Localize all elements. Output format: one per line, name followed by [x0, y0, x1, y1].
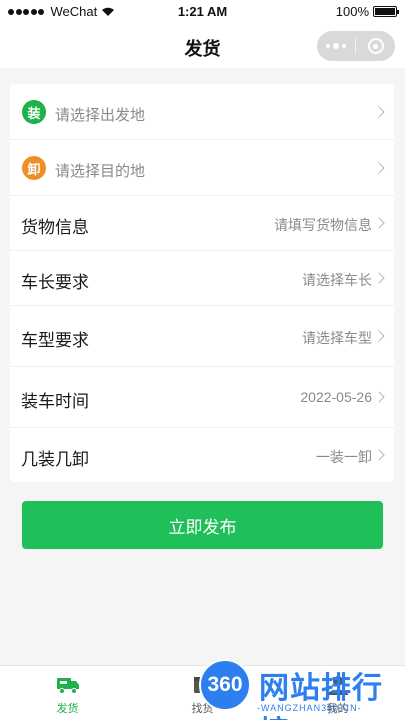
load-unload-count-label: 几装几卸: [21, 450, 89, 469]
cargo-info-value: 请填写货物信息: [274, 217, 372, 233]
truck-type-row[interactable]: 车型要求 请选择车型: [10, 306, 394, 367]
load-badge-icon: 装: [22, 100, 46, 124]
loading-time-label: 装车时间: [21, 392, 89, 411]
truck-length-row[interactable]: 车长要求 请选择车长: [10, 251, 394, 306]
chevron-right-icon: [373, 272, 385, 284]
more-options-icon[interactable]: [317, 31, 355, 61]
status-right: 100%: [335, 4, 399, 19]
origin-placeholder: 请选择出发地: [55, 107, 146, 124]
nav-bar: 发货: [0, 24, 405, 68]
truck-type-value: 请选择车型: [302, 330, 372, 346]
watermark-logo: 360 网站排行榜 -WANGZHAN360.CN-: [197, 657, 405, 720]
unload-badge-icon: 卸: [22, 156, 46, 180]
origin-picker[interactable]: 装 请选择出发地: [10, 84, 394, 140]
cargo-info-row[interactable]: 货物信息 请填写货物信息: [10, 196, 394, 251]
status-bar: WeChat 1:21 AM 100%: [0, 0, 405, 24]
battery-percent: 100%: [335, 4, 369, 19]
shipment-form-card: 装 请选择出发地 卸 请选择目的地 货物信息 请填写货物信息 车长要求 请选择车…: [10, 84, 394, 482]
mini-program-capsule: [317, 31, 395, 61]
chevron-right-icon: [373, 162, 385, 174]
chevron-right-icon: [373, 106, 385, 118]
load-unload-count-value: 一装一卸: [316, 449, 372, 465]
chevron-right-icon: [373, 391, 385, 403]
truck-length-label: 车长要求: [21, 273, 89, 292]
watermark-subtitle: -WANGZHAN360.CN-: [257, 703, 362, 713]
destination-placeholder: 请选择目的地: [55, 163, 146, 180]
close-mini-program-icon[interactable]: [356, 31, 395, 61]
tab-ship-label: 发货: [56, 703, 79, 715]
chevron-right-icon: [373, 217, 385, 229]
cargo-info-label: 货物信息: [21, 218, 89, 237]
publish-button[interactable]: 立即发布: [22, 501, 383, 549]
truck-icon: [56, 678, 79, 694]
battery-fill: [375, 8, 395, 15]
truck-length-value: 请选择车长: [302, 272, 372, 288]
loading-time-row[interactable]: 装车时间 2022-05-26: [10, 367, 394, 428]
chevron-right-icon: [373, 449, 385, 461]
chevron-right-icon: [373, 330, 385, 342]
destination-picker[interactable]: 卸 请选择目的地: [10, 140, 394, 196]
watermark-badge: 360: [199, 659, 251, 711]
loading-time-value: 2022-05-26: [300, 389, 372, 405]
tab-ship[interactable]: 发货: [0, 666, 135, 720]
truck-type-label: 车型要求: [21, 331, 89, 350]
battery-icon: [373, 6, 399, 17]
load-unload-count-row[interactable]: 几装几卸 一装一卸: [10, 428, 394, 483]
